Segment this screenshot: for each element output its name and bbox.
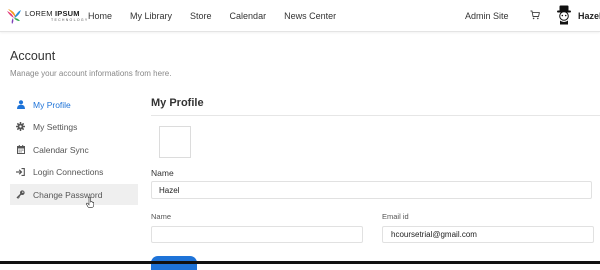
profile-photo-placeholder[interactable] (159, 126, 191, 158)
name-field[interactable]: Hazel (151, 181, 592, 199)
brand-logo[interactable]: LOREM IPSUM TECHNOLOGY (6, 6, 89, 26)
nav-store[interactable]: Store (190, 11, 212, 21)
gear-icon (16, 122, 25, 131)
email-field[interactable]: hcoursetrial@gmail.com (382, 226, 594, 243)
section-divider (151, 115, 600, 116)
nav-my-library[interactable]: My Library (130, 11, 172, 21)
hand-cursor-icon (86, 197, 94, 208)
sidebar-item-label: My Settings (33, 121, 78, 132)
top-navbar: LOREM IPSUM TECHNOLOGY Home My Library S… (0, 0, 600, 32)
name-secondary-field[interactable] (151, 226, 363, 243)
sidebar-item-calendar-sync[interactable]: Calendar Sync (10, 139, 138, 160)
user-name[interactable]: Hazel (578, 11, 600, 21)
sign-in-icon (16, 167, 25, 176)
admin-site-link[interactable]: Admin Site (465, 11, 509, 21)
name-label: Name (151, 168, 174, 178)
nav-home[interactable]: Home (88, 11, 112, 21)
nav-calendar[interactable]: Calendar (230, 11, 267, 21)
sidebar-item-label: My Profile (33, 99, 71, 110)
page-title: Account (10, 49, 56, 63)
email-label: Email id (382, 212, 409, 221)
logo-bird-icon (7, 8, 21, 24)
key-icon (16, 190, 25, 199)
user-icon (16, 100, 25, 109)
logo-tagline: TECHNOLOGY (51, 17, 89, 22)
sidebar-item-my-settings[interactable]: My Settings (10, 116, 138, 137)
sidebar-item-login-connections[interactable]: Login Connections (10, 161, 138, 182)
sidebar-item-change-password[interactable]: Change Password (10, 184, 138, 205)
sidebar-item-label: Login Connections (33, 166, 104, 177)
nav-news-center[interactable]: News Center (284, 11, 336, 21)
main-nav: Home My Library Store Calendar News Cent… (88, 0, 354, 31)
sidebar-item-label: Calendar Sync (33, 144, 89, 155)
page-subtitle: Manage your account informations from he… (10, 69, 172, 78)
calendar-icon (16, 145, 25, 154)
avatar[interactable] (555, 5, 573, 25)
cart-icon[interactable] (530, 10, 540, 20)
name-secondary-label: Name (151, 212, 172, 221)
logo-wordmark: LOREM IPSUM (25, 9, 80, 18)
profile-section-title: My Profile (151, 97, 204, 109)
sidebar-item-my-profile[interactable]: My Profile (10, 94, 138, 115)
